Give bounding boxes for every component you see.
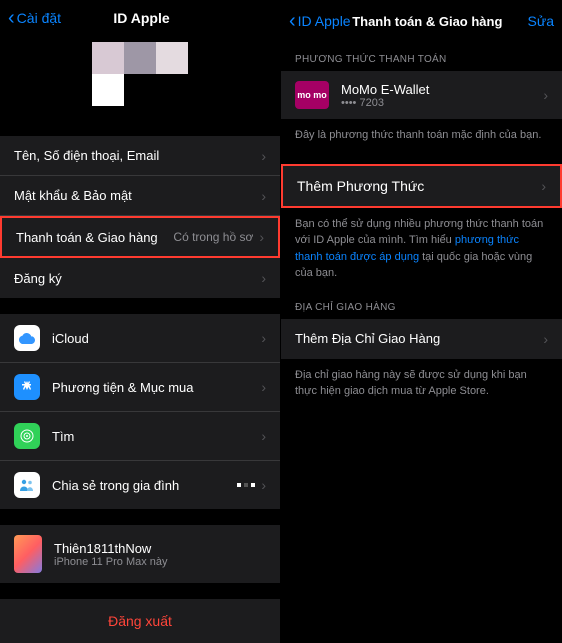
- chevron-right-icon: ›: [543, 87, 548, 103]
- row-find-my[interactable]: Tìm ›: [0, 412, 280, 461]
- row-media-purchases[interactable]: Phương tiện & Mục mua ›: [0, 363, 280, 412]
- chevron-right-icon: ›: [261, 330, 266, 346]
- chevron-back-icon: ‹: [8, 8, 15, 28]
- add-shipping-address-button[interactable]: Thêm Địa Chỉ Giao Hàng ›: [281, 319, 562, 359]
- edit-button[interactable]: Sửa: [504, 13, 554, 29]
- sign-out-button[interactable]: Đăng xuất: [0, 599, 280, 643]
- chevron-right-icon: ›: [541, 178, 546, 194]
- row-password-security[interactable]: Mật khẩu & Bảo mật ›: [0, 176, 280, 216]
- chevron-right-icon: ›: [261, 270, 266, 286]
- add-payment-method-button[interactable]: Thêm Phương Thức ›: [281, 164, 562, 208]
- row-payment-shipping[interactable]: Thanh toán & Giao hàng Có trong hồ sơ ›: [0, 216, 280, 258]
- row-name-phone-email[interactable]: Tên, Số điện thoại, Email ›: [0, 136, 280, 176]
- chevron-right-icon: ›: [259, 229, 264, 245]
- services-group: iCloud › Phương tiện & Mục mua › Tìm ›: [0, 314, 280, 509]
- row-family-sharing[interactable]: Chia sẻ trong gia đình ›: [0, 461, 280, 509]
- device-thumbnail-icon: [14, 535, 42, 573]
- cloud-icon: [14, 325, 40, 351]
- payment-section-header: PHƯƠNG THỨC THANH TOÁN: [281, 42, 562, 71]
- radar-icon: [14, 423, 40, 449]
- payment-shipping-screen: ‹ ID Apple Thanh toán & Giao hàng Sửa PH…: [281, 0, 562, 566]
- profile-avatar[interactable]: [0, 36, 280, 120]
- chevron-right-icon: ›: [261, 188, 266, 204]
- row-subscriptions[interactable]: Đăng ký ›: [0, 258, 280, 298]
- family-icon: [14, 472, 40, 498]
- momo-icon: mo mo: [295, 81, 329, 109]
- appstore-icon: [14, 374, 40, 400]
- device-row[interactable]: Thiên1811thNow iPhone 11 Pro Max này: [0, 525, 280, 583]
- chevron-back-icon: ‹: [289, 11, 296, 31]
- chevron-right-icon: ›: [543, 331, 548, 347]
- page-title: Thanh toán & Giao hàng: [351, 14, 504, 29]
- back-label: Cài đặt: [17, 10, 61, 26]
- personal-group: Tên, Số điện thoại, Email › Mật khẩu & B…: [0, 136, 280, 298]
- navbar: ‹ ID Apple Thanh toán & Giao hàng Sửa: [281, 0, 562, 42]
- loading-dots-icon: [237, 483, 255, 487]
- payment-method-row[interactable]: mo mo MoMo E-Wallet •••• 7203 ›: [281, 71, 562, 119]
- chevron-right-icon: ›: [261, 148, 266, 164]
- shipping-section-header: ĐỊA CHỈ GIAO HÀNG: [281, 290, 562, 319]
- shipping-note: Địa chỉ giao hàng này sẽ được sử dụng kh…: [281, 359, 562, 408]
- page-title: ID Apple: [61, 10, 222, 26]
- payment-default-note: Đây là phương thức thanh toán mặc định c…: [281, 119, 562, 152]
- navbar: ‹ Cài đặt ID Apple: [0, 0, 280, 36]
- add-payment-note: Bạn có thể sử dụng nhiều phương thức tha…: [281, 208, 562, 290]
- chevron-right-icon: ›: [261, 428, 266, 444]
- chevron-right-icon: ›: [261, 379, 266, 395]
- back-button[interactable]: ‹ Cài đặt: [8, 8, 61, 28]
- settings-apple-id-screen: ‹ Cài đặt ID Apple Tên, Số điện thoại, E…: [0, 0, 281, 566]
- row-icloud[interactable]: iCloud ›: [0, 314, 280, 363]
- back-label: ID Apple: [298, 13, 351, 29]
- chevron-right-icon: ›: [261, 477, 266, 493]
- back-button[interactable]: ‹ ID Apple: [289, 11, 351, 31]
